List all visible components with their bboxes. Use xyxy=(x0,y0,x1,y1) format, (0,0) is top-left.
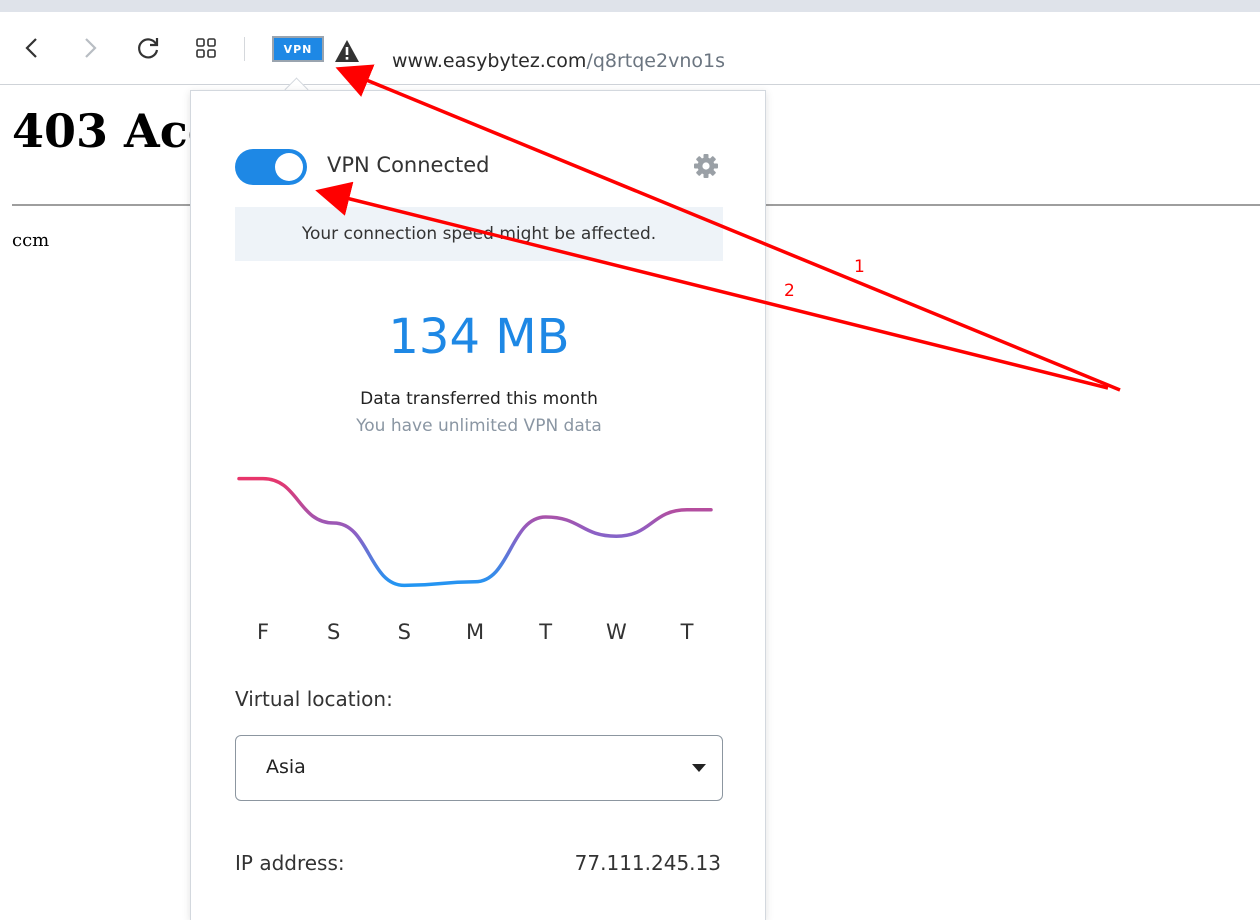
grid-icon xyxy=(196,38,216,58)
vpn-status-label: VPN Connected xyxy=(327,153,490,177)
annotation-label-1: 1 xyxy=(854,257,865,277)
back-button[interactable] xyxy=(18,34,46,62)
reload-button[interactable] xyxy=(134,34,162,62)
usage-chart: FSSMTWT xyxy=(237,476,713,644)
chart-tick-label: S xyxy=(327,620,340,644)
window-top-strip xyxy=(0,0,1260,12)
page-body-text: ccm xyxy=(12,230,50,251)
forward-button[interactable] xyxy=(76,34,104,62)
url-path: /q8rtqe2vno1s xyxy=(586,50,725,72)
page-heading: 403 Acc xyxy=(12,104,216,158)
annotation-label-2: 2 xyxy=(784,281,795,301)
chart-series-line xyxy=(237,476,713,588)
vpn-badge-button[interactable]: VPN xyxy=(272,36,324,62)
location-select[interactable]: Asia xyxy=(235,735,723,801)
chevron-down-icon xyxy=(692,764,706,772)
url-host: www.easybytez.com xyxy=(392,50,587,72)
gear-icon[interactable] xyxy=(693,153,719,179)
chart-tick-label: T xyxy=(680,620,694,644)
warning-icon[interactable] xyxy=(334,39,360,63)
toolbar-separator xyxy=(244,37,245,61)
chart-tick-label: F xyxy=(257,620,269,644)
speed-notice: Your connection speed might be affected. xyxy=(235,207,723,261)
chart-tick-label: T xyxy=(538,620,552,644)
browser-toolbar: VPN www.easybytez.com/q8rtqe2vno1s xyxy=(0,12,1260,85)
vpn-popup: VPN Connected Your connection speed migh… xyxy=(190,90,766,920)
data-sublabel: You have unlimited VPN data xyxy=(356,416,602,436)
chart-tick-label: W xyxy=(606,620,627,644)
forward-icon xyxy=(85,38,97,58)
location-select-value: Asia xyxy=(266,756,306,778)
speed-dial-button[interactable] xyxy=(192,34,220,62)
chart-tick-label: M xyxy=(466,620,484,644)
virtual-location-label: Virtual location: xyxy=(235,687,393,711)
data-amount: 134 MB xyxy=(388,309,570,365)
ip-address-label: IP address: xyxy=(235,851,345,875)
toggle-knob xyxy=(275,153,303,181)
ip-address-value: 77.111.245.13 xyxy=(574,851,721,875)
vpn-toggle[interactable] xyxy=(235,149,307,185)
address-bar[interactable]: www.easybytez.com/q8rtqe2vno1s xyxy=(392,50,725,72)
chart-tick-label: S xyxy=(398,620,411,644)
data-label: Data transferred this month xyxy=(360,389,598,409)
reload-icon xyxy=(138,38,159,59)
back-icon xyxy=(25,38,37,58)
